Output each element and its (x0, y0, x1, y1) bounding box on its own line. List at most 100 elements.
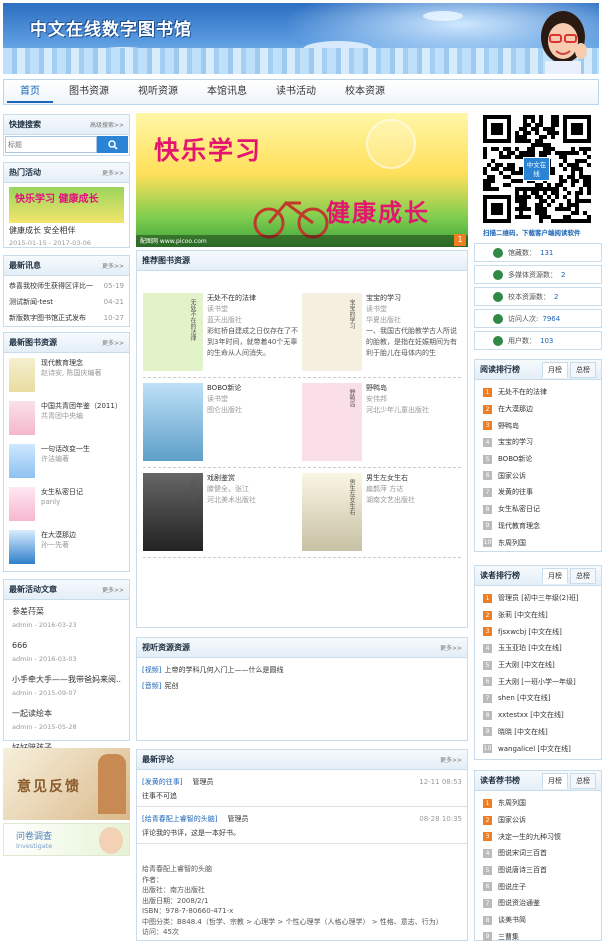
media-title[interactable]: 宪创 (164, 682, 178, 690)
book-cover-thumbnail[interactable] (9, 358, 35, 392)
book-list-item[interactable]: 在大漠那边 孙一先著 (4, 527, 129, 570)
rank-item[interactable]: 3 野鸭岛 (475, 417, 601, 434)
rank-item[interactable]: 4 宝宝的学习 (475, 434, 601, 451)
rank-item[interactable]: 4 玉玉亚珀 [中文在线] (475, 640, 601, 657)
rank-item-text[interactable]: 女生私密日记 (498, 504, 540, 514)
post-title[interactable]: 666 (12, 637, 121, 655)
rank-item[interactable]: 2 张莉 [中文在线] (475, 607, 601, 624)
rank-item[interactable]: 9 三曹集 (475, 929, 601, 941)
media-more[interactable]: 更多>> (440, 643, 462, 652)
nav-books[interactable]: 图书资源 (56, 81, 122, 103)
rank-item-text[interactable]: 图说庄子 (498, 882, 526, 892)
rank-item[interactable]: 7 发黄的往事 (475, 484, 601, 501)
hot-activity-name[interactable]: 健康成长 安全相伴 (4, 223, 129, 239)
book-title[interactable]: 女生私密日记 (41, 487, 83, 497)
recommend-book[interactable]: BOBO新论 读书堂 图仑出版社 (143, 383, 303, 463)
rank-item-text[interactable]: 决定一生的九种习惯 (498, 832, 561, 842)
latest-posts-more[interactable]: 更多>> (102, 585, 124, 594)
reader-rank-tab-month[interactable]: 月榜 (542, 567, 568, 584)
nav-home[interactable]: 首页 (7, 81, 53, 103)
comments-more[interactable]: 更多>> (440, 755, 462, 764)
reader-rank-tab-total[interactable]: 总榜 (570, 567, 596, 584)
rank-item[interactable]: 5 BOBO新论 (475, 451, 601, 468)
search-input[interactable] (5, 136, 97, 153)
rank-item-text[interactable]: shen [中文在线] (498, 693, 551, 703)
hot-activity-more[interactable]: 更多>> (102, 168, 124, 177)
rank-item[interactable]: 6 国家公诉 (475, 467, 601, 484)
rank-item[interactable]: 9 晓晓 [中文在线] (475, 724, 601, 741)
rank-item[interactable]: 2 国家公诉 (475, 812, 601, 829)
rank-item[interactable]: 10 东周列国 (475, 534, 601, 551)
rank-item-text[interactable]: 无处不在的法律 (498, 387, 547, 397)
post-item[interactable]: 参差荇菜 admin - 2016-03-23 (4, 603, 129, 637)
book-list-item[interactable]: 现代教育理念 赵诗安, 陈国庆编著 (4, 355, 129, 398)
rank-item-text[interactable]: 晓晓 [中文在线] (498, 727, 548, 737)
rank-item-text[interactable]: 国家公诉 (498, 815, 526, 825)
media-item[interactable]: [音频] 宪创 (142, 678, 462, 694)
comment-book-link[interactable]: [给青春配上睿智的头脑] (142, 815, 217, 823)
rank-item[interactable]: 10 wangalicel [中文在线] (475, 740, 601, 757)
recommend-book[interactable]: 戏剧鉴赏 戏剧鉴赏 滕健全，张江 河北美术出版社 (143, 473, 303, 553)
book-title[interactable]: 现代教育理念 (41, 358, 101, 368)
rank-item[interactable]: 4 图说宋词三百首 (475, 845, 601, 862)
rank-item[interactable]: 8 xxtestxx [中文在线] (475, 707, 601, 724)
book-cover-thumbnail[interactable] (9, 530, 35, 564)
rank-item[interactable]: 6 王大刚 [一班小学一年级] (475, 673, 601, 690)
book-cover-thumbnail[interactable] (9, 401, 35, 435)
rank-item-text[interactable]: 国家公诉 (498, 471, 526, 481)
recommend-book-cover[interactable]: 男生左女生右 (302, 473, 362, 551)
recommend-book[interactable]: 宝宝的学习 宝宝的学习 读书堂 华夏出版社 一、我国古代胎教学古人所说的胎教，是指在妊娠… (302, 293, 462, 373)
recommend-book[interactable]: 无处不在的法律 无处不在的法律 读书堂 蓝天出版社 彩虹桥自建成之日仅存在了不到3年时间… (143, 293, 303, 373)
rank-item[interactable]: 8 女生私密日记 (475, 501, 601, 518)
news-item[interactable]: 恭喜我校师生获得区评比一 05-19 (4, 278, 129, 294)
rank-item-text[interactable]: BOBO新论 (498, 454, 532, 464)
rank-item[interactable]: 1 管理员 [初中三年级(2)班] (475, 590, 601, 607)
rank-item-text[interactable]: 玉玉亚珀 [中文在线] (498, 643, 562, 653)
recommend-book-title[interactable]: 宝宝的学习 (366, 293, 462, 304)
rank-item-text[interactable]: 王大刚 [中文在线] (498, 660, 555, 670)
rank-item-text[interactable]: 发黄的往事 (498, 487, 533, 497)
read-rank-tab-total[interactable]: 总榜 (570, 361, 596, 378)
post-title[interactable]: 参差荇菜 (12, 603, 121, 621)
rank-item[interactable]: 2 在大漠那边 (475, 401, 601, 418)
recommend-book-cover[interactable]: 野鸭岛 (302, 383, 362, 461)
rank-item-text[interactable]: 东周列国 (498, 538, 526, 548)
book-cover-thumbnail[interactable] (9, 487, 35, 521)
hero-slideshow[interactable]: 快乐学习 健康成长 配图网 www.picoo.com 1 (136, 113, 468, 247)
rank-item-text[interactable]: 谈美书简 (498, 915, 526, 925)
nav-media[interactable]: 视听资源 (125, 81, 191, 103)
nav-activities[interactable]: 读书活动 (263, 81, 329, 103)
rank-item-text[interactable]: 在大漠那边 (498, 404, 533, 414)
rank-item[interactable]: 5 图说唐诗三百首 (475, 862, 601, 879)
recommend-book-cover[interactable]: 戏剧鉴赏 (143, 473, 203, 551)
read-rank-tab-month[interactable]: 月榜 (542, 361, 568, 378)
rank-item[interactable]: 8 谈美书简 (475, 912, 601, 929)
recommend-rank-tab-total[interactable]: 总榜 (570, 772, 596, 789)
rank-item[interactable]: 3 决定一生的九种习惯 (475, 828, 601, 845)
rank-item[interactable]: 6 图说庄子 (475, 878, 601, 895)
recommend-book-title[interactable]: 野鸭岛 (366, 383, 462, 394)
book-list-item[interactable]: 女生私密日记 panly (4, 484, 129, 527)
latest-books-more[interactable]: 更多>> (102, 338, 124, 347)
rank-item-text[interactable]: wangalicel [中文在线] (498, 744, 571, 754)
recommend-book[interactable]: 男生左女生右 男生左女生右 扁鹊萍 方达 湖南文艺出版社 (302, 473, 462, 553)
rank-item-text[interactable]: 宝宝的学习 (498, 437, 533, 447)
news-more[interactable]: 更多>> (102, 261, 124, 270)
rank-item[interactable]: 5 王大刚 [中文在线] (475, 657, 601, 674)
news-item[interactable]: 测试新闻-test 04-21 (4, 294, 129, 310)
post-item[interactable]: 小手牵大手——我带爸妈来阅... admin - 2015-09-07 (4, 671, 129, 705)
rank-item-text[interactable]: xxtestxx [中文在线] (498, 710, 564, 720)
rank-item-text[interactable]: 王大刚 [一班小学一年级] (498, 677, 576, 687)
rank-item[interactable]: 7 shen [中文在线] (475, 690, 601, 707)
survey-banner[interactable]: 问卷调查 Investigate (3, 823, 130, 856)
book-title[interactable]: 中国共青团年鉴（2011） (41, 401, 122, 411)
recommend-book[interactable]: 野鸭岛 野鸭岛 安伟邦 河北少年儿童出版社 (302, 383, 462, 463)
book-list-item[interactable]: 中国共青团年鉴（2011） 共青团中央编 (4, 398, 129, 441)
book-title[interactable]: 在大漠那边 (41, 530, 76, 540)
rank-item-text[interactable]: 三曹集 (498, 932, 519, 941)
rank-item-text[interactable]: 东周列国 (498, 798, 526, 808)
nav-school-resources[interactable]: 校本资源 (332, 81, 398, 103)
rank-item[interactable]: 3 fjsxwcbj [中文在线] (475, 623, 601, 640)
news-item[interactable]: 新版数字图书馆正式发布 10-27 (4, 310, 129, 326)
book-list-item[interactable]: 一句话改变一生 许洁编著 (4, 441, 129, 484)
